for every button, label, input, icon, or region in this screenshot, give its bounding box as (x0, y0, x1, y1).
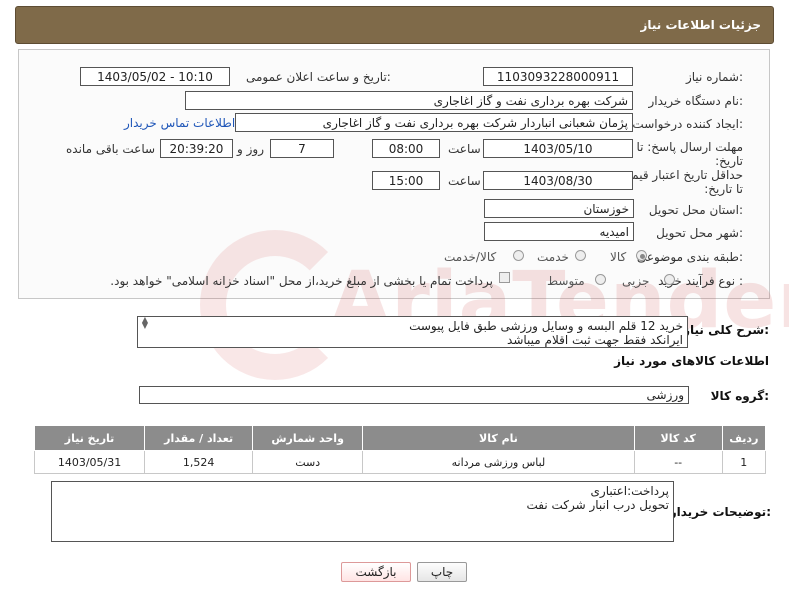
back-button[interactable]: بازگشت (341, 562, 411, 582)
deadline-days-label: روز و (237, 142, 264, 156)
treasury-checkbox-label: پرداخت تمام یا بخشی از مبلغ خرید،از محل … (110, 274, 493, 288)
description-textarea[interactable]: خرید 12 قلم البسه و وسایل ورزشی طبق فایل… (137, 316, 688, 348)
col-name-header: نام کالا (362, 425, 635, 451)
cell-name: لباس ورزشی مردانه (362, 450, 635, 474)
col-row-header: ردیف (721, 425, 767, 451)
need-number-field: 1103093228000911 (483, 67, 633, 86)
treasury-checkbox[interactable] (499, 272, 510, 283)
page-header: جزئیات اطلاعات نیاز (15, 6, 774, 44)
province-field: خوزستان (484, 199, 634, 218)
buyer-contact-link[interactable]: اطلاعات تماس خریدار (124, 116, 235, 130)
col-qty-header: تعداد / مقدار (144, 425, 254, 451)
buyer-notes-line-1: پرداخت:اعتباری (590, 484, 669, 498)
buyer-org-label: نام دستگاه خریدار: (648, 94, 744, 108)
goods-section-title: اطلاعات کالاهای مورد نیاز (614, 354, 769, 368)
goods-table-container: ردیف کد کالا نام کالا واحد شمارش تعداد /… (33, 425, 767, 474)
min-validity-date-field: 1403/08/30 (483, 171, 633, 190)
goods-group-label: گروه کالا: (710, 389, 769, 403)
col-unit-header: واحد شمارش (252, 425, 364, 451)
page-title: جزئیات اطلاعات نیاز (640, 18, 761, 32)
city-label: شهر محل تحویل: (656, 226, 743, 240)
description-label: شرح کلی نیاز: (683, 323, 769, 337)
cell-row: 1 (721, 450, 767, 474)
goods-group-field: ورزشی (139, 386, 689, 404)
deadline-label: مهلت ارسال پاسخ: تا تاریخ: (636, 140, 743, 168)
remaining-time-label: ساعت باقی مانده (66, 142, 156, 156)
cell-date: 1403/05/31 (33, 450, 146, 474)
goods-table: ردیف کد کالا نام کالا واحد شمارش تعداد /… (33, 425, 767, 474)
remaining-time-field: 20:39:20 (160, 139, 233, 158)
category-label: طبقه بندی موضوعی: (636, 250, 743, 264)
province-label: استان محل تحویل: (648, 203, 743, 217)
description-line-2: ایرانکد فقط جهت ثبت اقلام میباشد (507, 333, 683, 347)
category-goods-radio[interactable] (636, 250, 647, 261)
category-service-label: خدمت (537, 250, 569, 264)
deadline-date-field: 1403/05/10 (483, 139, 633, 158)
requester-label: ایجاد کننده درخواست: (632, 117, 743, 131)
table-header-row: ردیف کد کالا نام کالا واحد شمارش تعداد /… (33, 425, 767, 451)
buyer-notes-line-2: تحویل درب انبار شرکت نفت (526, 498, 669, 512)
buyer-notes-textarea[interactable]: پرداخت:اعتباری تحویل درب انبار شرکت نفت (51, 481, 674, 542)
cell-code: -- (633, 450, 723, 474)
description-line-1: خرید 12 قلم البسه و وسایل ورزشی طبق فایل… (409, 319, 683, 333)
deadline-time-field: 08:00 (372, 139, 440, 158)
col-code-header: کد کالا (633, 425, 723, 451)
cell-unit: دست (252, 450, 364, 474)
announce-datetime-field: 1403/05/02 - 10:10 (80, 67, 230, 86)
deadline-time-label: ساعت (448, 142, 481, 156)
textarea-scroll-arrows-icon[interactable]: ▲ ▼ (139, 316, 151, 330)
category-service-radio[interactable] (575, 250, 586, 261)
requester-field: پژمان شعبانی انباردار شرکت بهره برداری ن… (235, 113, 633, 132)
col-date-header: تاریخ نیاز (33, 425, 146, 451)
category-goods-label: کالا (610, 250, 627, 264)
min-validity-time-label: ساعت (448, 174, 481, 188)
purchase-minor-label: جزیی (622, 274, 650, 288)
purchase-medium-label: متوسط (547, 274, 585, 288)
need-number-label: شماره نیاز: (685, 70, 743, 84)
city-field: امیدیه (484, 222, 634, 241)
buyer-notes-label: توضیحات خریدار: (669, 505, 771, 519)
print-button[interactable]: چاپ (417, 562, 467, 582)
table-row: 1 -- لباس ورزشی مردانه دست 1,524 1403/05… (33, 450, 767, 474)
buyer-org-field: شرکت بهره برداری نفت و گاز اغاجاری (185, 91, 633, 110)
category-goods-service-radio[interactable] (513, 250, 524, 261)
watermark-logo-icon (200, 230, 350, 380)
category-goods-service-label: کالا/خدمت (444, 250, 497, 264)
purchase-medium-radio[interactable] (595, 274, 606, 285)
announce-datetime-label: تاریخ و ساعت اعلان عمومی: (246, 70, 391, 84)
purchase-minor-radio[interactable] (664, 274, 675, 285)
cell-qty: 1,524 (144, 450, 254, 474)
min-validity-time-field: 15:00 (372, 171, 440, 190)
deadline-days-field: 7 (270, 139, 334, 158)
